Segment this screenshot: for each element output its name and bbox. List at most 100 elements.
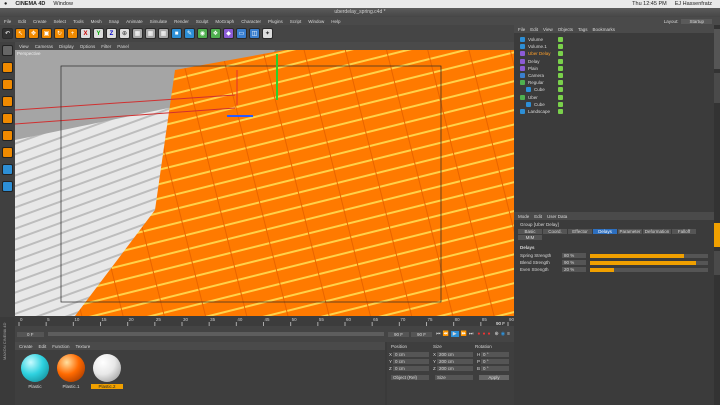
- tab-coord[interactable]: Coord.: [543, 229, 567, 234]
- menu-mesh[interactable]: Mesh: [91, 19, 102, 24]
- position-x-field[interactable]: 0 cm: [393, 352, 429, 357]
- obj-menu-view[interactable]: View: [543, 27, 553, 32]
- end-frame-field-2[interactable]: 90 F: [411, 331, 433, 337]
- x-axis-icon[interactable]: X: [80, 28, 91, 39]
- recent-tool-icon[interactable]: +: [67, 28, 78, 39]
- tab-delays[interactable]: Delays: [593, 229, 617, 234]
- side-tab-objects[interactable]: [714, 29, 720, 69]
- mat-menu-texture[interactable]: Texture: [76, 344, 91, 349]
- material-plastic-1[interactable]: Plastic.1: [55, 354, 87, 389]
- check-icon[interactable]: [558, 94, 563, 100]
- tab-parameter[interactable]: Parameter: [618, 229, 642, 234]
- menu-plugins[interactable]: Plugins: [268, 19, 283, 24]
- timeline-menu-icon[interactable]: ≡: [507, 331, 510, 337]
- cube-icon[interactable]: ■: [171, 28, 182, 39]
- menu-select[interactable]: Select: [54, 19, 67, 24]
- select-icon[interactable]: ↖: [15, 28, 26, 39]
- goto-start-icon[interactable]: ⏮: [436, 331, 441, 337]
- apple-icon[interactable]: ●: [4, 1, 7, 7]
- window-menu[interactable]: Window: [53, 1, 73, 7]
- menu-window[interactable]: Window: [308, 19, 324, 24]
- param-value-field[interactable]: 20 %: [562, 267, 586, 272]
- texture-mode-icon[interactable]: [2, 79, 13, 90]
- obj-menu-bookmarks[interactable]: Bookmarks: [593, 27, 616, 32]
- vp-menu-cameras[interactable]: Cameras: [35, 44, 53, 49]
- floor-icon[interactable]: ▭: [236, 28, 247, 39]
- position-z-field[interactable]: 0 cm: [393, 366, 429, 371]
- tab-deformation[interactable]: Deformation: [643, 229, 671, 234]
- object-row-volume-1[interactable]: Volume.1: [514, 43, 714, 50]
- rotate-icon[interactable]: ↻: [54, 28, 65, 39]
- side-tab-layers[interactable]: [714, 251, 720, 275]
- side-tab-attributes[interactable]: [714, 223, 720, 247]
- camera-icon[interactable]: ◫: [249, 28, 260, 39]
- autokey-icon[interactable]: ●: [482, 331, 485, 337]
- start-frame-field[interactable]: 0 F: [17, 331, 44, 337]
- size-z-field[interactable]: 200 cm: [437, 366, 473, 371]
- param-value-field[interactable]: 90 %: [562, 260, 586, 265]
- next-key-icon[interactable]: ⏩: [461, 331, 467, 337]
- position-y-field[interactable]: 0 cm: [393, 359, 429, 364]
- menu-create[interactable]: Create: [33, 19, 47, 24]
- scale-icon[interactable]: ▣: [41, 28, 52, 39]
- edges-mode-icon[interactable]: [2, 130, 13, 141]
- deformer-icon[interactable]: ◆: [223, 28, 234, 39]
- scheme-icon[interactable]: ⊕: [495, 331, 499, 337]
- layout-dropdown[interactable]: Startup: [681, 18, 712, 24]
- check-icon[interactable]: [558, 65, 563, 71]
- rotation-b-field[interactable]: 0 °: [481, 366, 509, 371]
- material-plastic[interactable]: Plastic: [19, 354, 51, 389]
- app-menu[interactable]: CINEMA 4D: [15, 1, 45, 7]
- obj-menu-tags[interactable]: Tags: [578, 27, 588, 32]
- material-plastic-2[interactable]: Plastic.2: [91, 354, 123, 389]
- object-row-volume[interactable]: Volume: [514, 36, 714, 43]
- object-row-uber[interactable]: Uber: [514, 94, 714, 101]
- attr-menu-edit[interactable]: Edit: [534, 214, 542, 219]
- menu-mograph[interactable]: MoGraph: [215, 19, 234, 24]
- z-axis-icon[interactable]: Z: [106, 28, 117, 39]
- check-icon[interactable]: [558, 51, 563, 57]
- check-icon[interactable]: [558, 37, 563, 43]
- attr-menu-userdata[interactable]: User Data: [547, 214, 567, 219]
- record-icon[interactable]: ●: [477, 331, 480, 337]
- make-editable-icon[interactable]: [2, 45, 13, 56]
- tab-mim[interactable]: MIM: [518, 235, 542, 240]
- param-slider[interactable]: [590, 253, 708, 258]
- menu-animate[interactable]: Animate: [126, 19, 143, 24]
- tab-effector[interactable]: Effector: [568, 229, 592, 234]
- user-name[interactable]: EJ Hassenfratz: [675, 1, 712, 7]
- check-icon[interactable]: [558, 80, 563, 86]
- viewport[interactable]: Perspective: [15, 50, 514, 316]
- menu-character[interactable]: Character: [241, 19, 261, 24]
- size-mode-dropdown[interactable]: Size: [435, 375, 473, 380]
- prev-key-icon[interactable]: ⏪: [443, 331, 449, 337]
- mat-menu-function[interactable]: Function: [52, 344, 69, 349]
- vp-menu-filter[interactable]: Filter: [101, 44, 111, 49]
- keyframe-icon[interactable]: ●: [487, 331, 490, 337]
- mat-menu-edit[interactable]: Edit: [39, 344, 47, 349]
- snap-icon[interactable]: [2, 181, 13, 192]
- menu-snap[interactable]: Snap: [109, 19, 120, 24]
- object-row-cube[interactable]: Cube: [514, 86, 714, 93]
- check-icon[interactable]: [558, 73, 563, 79]
- check-icon[interactable]: [558, 101, 563, 107]
- goto-end-icon[interactable]: ⏭: [469, 331, 474, 337]
- workplane-icon[interactable]: [2, 96, 13, 107]
- y-axis-icon[interactable]: Y: [93, 28, 104, 39]
- render-pv-icon[interactable]: ▦: [145, 28, 156, 39]
- polygons-mode-icon[interactable]: [2, 147, 13, 158]
- object-row-plain[interactable]: Plain: [514, 65, 714, 72]
- menu-file[interactable]: File: [4, 19, 11, 24]
- vp-menu-display[interactable]: Display: [59, 44, 74, 49]
- vp-menu-options[interactable]: Options: [80, 44, 96, 49]
- check-icon[interactable]: [558, 58, 563, 64]
- menu-script[interactable]: Script: [290, 19, 302, 24]
- object-row-landscape[interactable]: Landscape: [514, 108, 714, 115]
- light-icon[interactable]: ✦: [262, 28, 273, 39]
- enable-axis-icon[interactable]: [2, 164, 13, 175]
- menu-help[interactable]: Help: [331, 19, 340, 24]
- model-mode-icon[interactable]: [2, 62, 13, 73]
- attr-menu-mode[interactable]: Mode: [518, 214, 529, 219]
- coord-system-icon[interactable]: ⊕: [119, 28, 130, 39]
- timeline-ruler[interactable]: 0 5 10 15 20 25 30 35 40 45 50 55 60 65 70 75 80 85 90 90 F: [15, 316, 515, 326]
